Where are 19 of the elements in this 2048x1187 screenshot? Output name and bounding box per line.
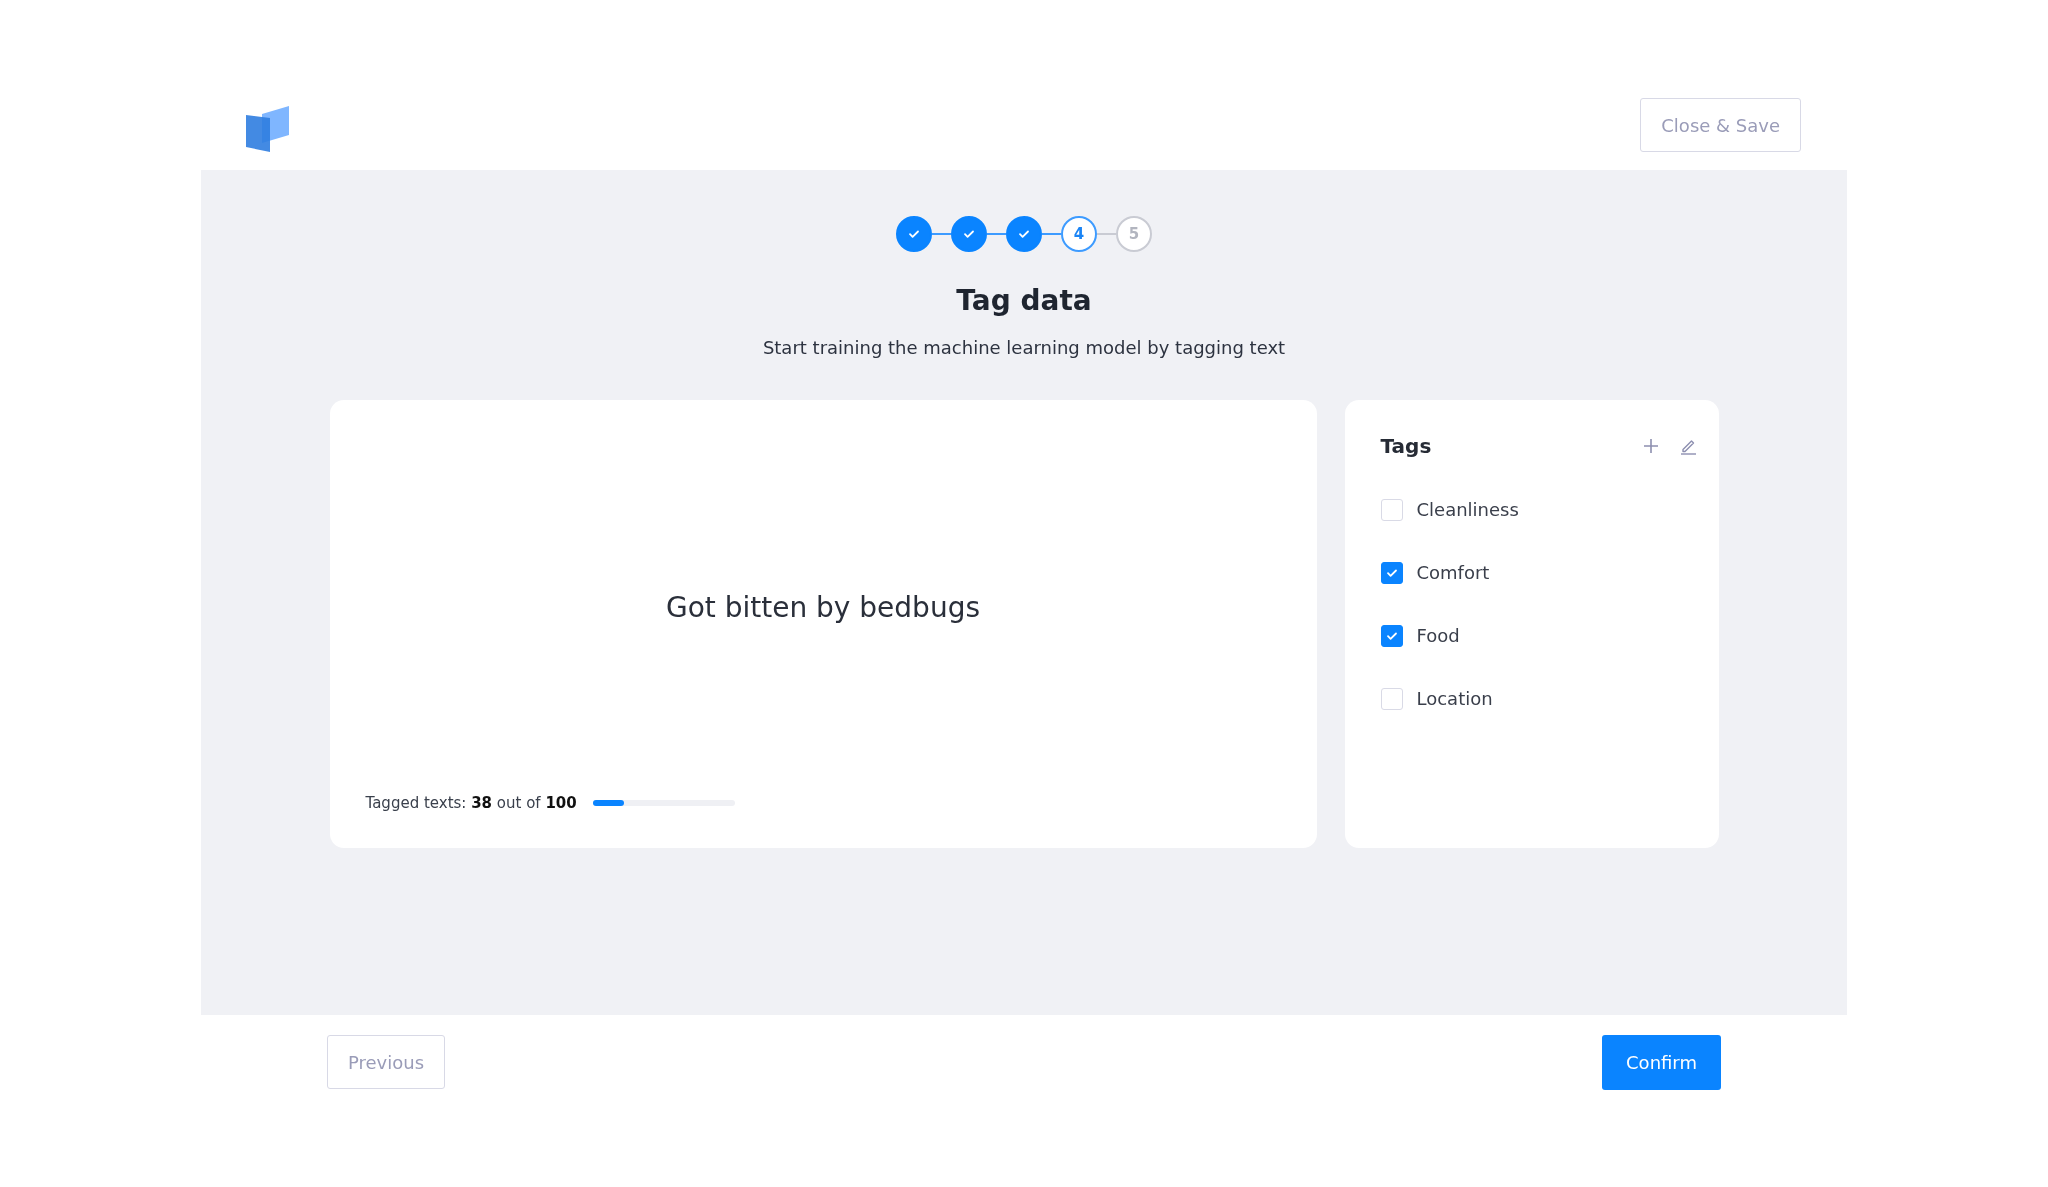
sample-text: Got bitten by bedbugs (666, 590, 980, 624)
confirm-button[interactable]: Confirm (1602, 1035, 1721, 1090)
plus-icon[interactable] (1642, 438, 1659, 454)
tag-checkbox[interactable] (1380, 561, 1403, 584)
tags-title: Tags (1380, 434, 1432, 458)
tag-label: Location (1416, 688, 1493, 709)
tag-label: Cleanliness (1416, 499, 1519, 520)
progress-text: Tagged texts: 38 out of 100 (365, 794, 577, 812)
close-save-button[interactable]: Close & Save (1640, 98, 1801, 152)
tag-label: Food (1416, 625, 1460, 646)
tag-label: Comfort (1416, 562, 1490, 583)
page-title: Tag data (956, 284, 1092, 317)
step-indicator: 4 (1061, 216, 1097, 252)
pencil-icon[interactable] (1678, 437, 1697, 455)
tag-checkbox[interactable] (1380, 624, 1403, 647)
page-subtitle: Start training the machine learning model by tagging text (762, 337, 1286, 358)
step-indicator: 5 (1116, 216, 1152, 252)
logo-icon (246, 106, 290, 152)
previous-button[interactable]: Previous (327, 1035, 446, 1089)
